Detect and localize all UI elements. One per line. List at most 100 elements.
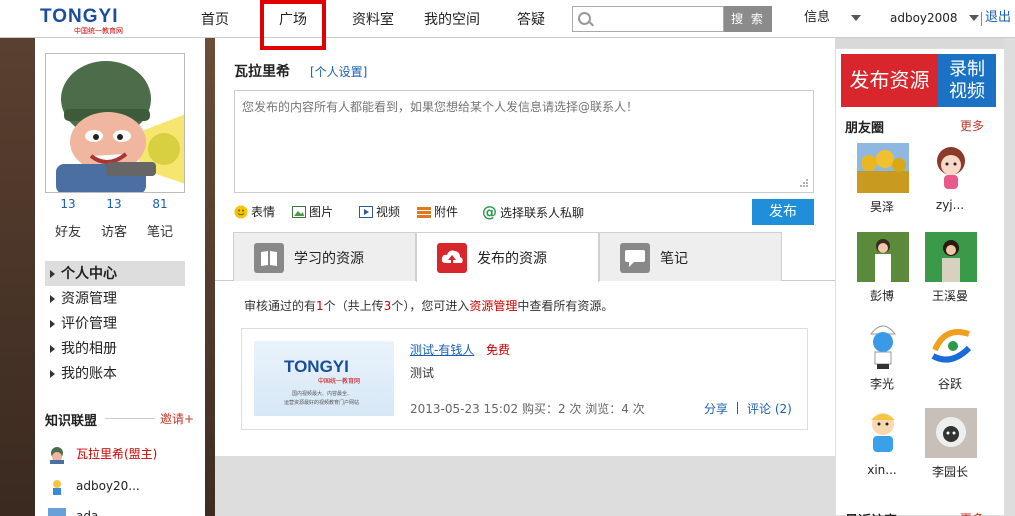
triangle-right-icon (50, 320, 55, 328)
friend-name[interactable]: 谷跃 (920, 375, 980, 392)
resource-price: 免费 (486, 343, 511, 357)
site-logo[interactable]: TONGYI 中国统一教育网 (40, 6, 140, 35)
friend-name[interactable]: 李光 (852, 375, 912, 392)
search-input[interactable] (595, 10, 724, 30)
header-divider (981, 12, 982, 26)
friend-name[interactable]: 王溪曼 (920, 287, 980, 304)
attachment-label: 附件 (434, 205, 459, 219)
friend-name[interactable]: 彭博 (852, 287, 912, 304)
private-chat-button[interactable]: @ 选择联系人私聊 (482, 203, 584, 221)
notes-label[interactable]: 笔记 (140, 221, 180, 240)
user-chevron-down-icon[interactable] (969, 15, 979, 21)
attachment-button[interactable]: 附件 (417, 203, 458, 221)
menu-item-label: 评价管理 (61, 316, 117, 332)
friend-name[interactable]: zyj... (920, 198, 980, 212)
search-button[interactable]: 搜 索 (724, 6, 772, 32)
friend-avatar-cartoon-girl-icon[interactable] (925, 143, 977, 193)
resource-thumbnail[interactable]: TONGYI 中国统一教育网 国内视频最大、内容最全、 运营资源最好的视频教育门… (254, 341, 394, 416)
post-composer (234, 90, 814, 193)
publish-resource-button[interactable]: 发布资源 (841, 54, 938, 107)
friend-name[interactable]: xin... (852, 463, 912, 477)
resource-title-link[interactable]: 测试-有钱人 (410, 341, 474, 358)
user-menu[interactable]: adboy2008 (890, 0, 958, 38)
friend-avatar-photo-icon[interactable] (925, 232, 977, 282)
alliance-divider (105, 418, 155, 419)
visitors-more-link[interactable]: 更多 (960, 510, 984, 516)
alliance-member[interactable]: ada (48, 505, 98, 516)
resize-grip-icon[interactable] (799, 178, 809, 188)
friends-count[interactable]: 13 (53, 197, 83, 211)
recent-visitors-title: 最近访客 (845, 510, 897, 516)
search-box (572, 6, 724, 32)
triangle-right-icon (50, 370, 55, 378)
emoji-label: 表情 (251, 205, 276, 219)
notice-text: 个），您可进入 (391, 299, 470, 313)
menu-item-my-ledger[interactable]: 我的账本 (50, 362, 117, 386)
notes-count[interactable]: 81 (145, 197, 175, 211)
private-chat-label: 选择联系人私聊 (500, 206, 585, 220)
nav-qa[interactable]: 答疑 (507, 0, 555, 38)
menu-item-review-management[interactable]: 评价管理 (50, 312, 117, 336)
friends-circle-title: 朋友圈 (845, 121, 885, 136)
review-notice: 审核通过的有1个（共上传3个），您可进入资源管理中查看所有资源。 (244, 297, 613, 314)
publish-button[interactable]: 发布 (752, 199, 814, 225)
image-icon (292, 206, 306, 218)
avatar[interactable] (45, 53, 185, 193)
smiley-icon (234, 205, 248, 219)
tab-learned-resources[interactable]: 学习的资源 (233, 232, 416, 281)
notice-text: 审核通过的有 (244, 299, 317, 313)
nav-home[interactable]: 首页 (190, 0, 240, 38)
friend-avatar-cartoon-boy-icon[interactable] (857, 408, 909, 458)
menu-item-my-album[interactable]: 我的相册 (50, 337, 117, 361)
friends-label[interactable]: 好友 (48, 221, 88, 240)
menu-item-personal-center[interactable]: 个人中心 (50, 262, 117, 286)
emoji-button[interactable]: 表情 (234, 203, 275, 221)
comment-link[interactable]: 评论 (2) (747, 400, 792, 417)
cartoon-avatar-icon (53, 479, 61, 495)
friend-avatar-logo-icon[interactable] (925, 320, 977, 370)
post-input[interactable] (235, 91, 813, 192)
friend-avatar-flowers-icon[interactable] (857, 143, 909, 193)
nav-square-highlight (260, 0, 326, 50)
alliance-title: 知识联盟 (45, 414, 98, 429)
tab-published-resources[interactable]: 发布的资源 (416, 232, 599, 282)
messages-chevron-down-icon[interactable] (851, 15, 861, 21)
search-icon (578, 12, 591, 25)
thumb-desc: 运营资源最好的视频教育门户网站 (284, 400, 360, 406)
nav-my-space[interactable]: 我的空间 (418, 0, 486, 38)
at-sign-icon: @ (482, 203, 497, 221)
personal-settings-link[interactable]: [个人设置] (310, 63, 367, 80)
logo-subtitle: 中国统一教育网 (74, 27, 123, 35)
friends-more-link[interactable]: 更多 (960, 117, 984, 134)
messages-menu[interactable]: 信息 (804, 0, 830, 38)
menu-item-label: 个人中心 (61, 266, 117, 282)
soldier-cartoon-icon (46, 54, 184, 192)
resource-management-link[interactable]: 资源管理 (469, 299, 517, 313)
alliance-member[interactable]: adboy20... (48, 475, 140, 497)
alliance-member-name: 瓦拉里希(盟主) (76, 447, 158, 461)
notice-text: 个（共上传 (323, 299, 384, 313)
menu-item-resource-management[interactable]: 资源管理 (50, 287, 117, 311)
record-video-button[interactable]: 录制 视频 (938, 54, 996, 107)
alliance-member[interactable]: 瓦拉里希(盟主) (48, 443, 157, 465)
visitors-count[interactable]: 13 (99, 197, 129, 211)
friend-avatar-sheep-icon[interactable] (925, 408, 977, 458)
logout-link[interactable]: 退出 (985, 0, 1011, 38)
alliance-invite-link[interactable]: 邀请+ (160, 410, 194, 427)
friend-avatar-smurf-icon[interactable] (857, 320, 909, 370)
video-button[interactable]: 视频 (359, 203, 400, 221)
share-link[interactable]: 分享 (704, 400, 728, 417)
nav-library[interactable]: 资料室 (345, 0, 401, 38)
action-divider (737, 402, 738, 414)
tab-label: 发布的资源 (477, 251, 547, 267)
friend-name[interactable]: 李园长 (920, 463, 980, 480)
composer-username[interactable]: 瓦拉里希 (234, 61, 290, 81)
tab-notes[interactable]: 笔记 (599, 232, 782, 281)
friend-name[interactable]: 昊泽 (852, 198, 912, 215)
friend-avatar-photo-icon[interactable] (857, 232, 909, 282)
image-button[interactable]: 图片 (292, 203, 333, 221)
approved-count: 1 (316, 299, 324, 313)
triangle-right-icon (50, 345, 55, 353)
visitors-label[interactable]: 访客 (94, 221, 134, 240)
record-label-line2: 视频 (949, 81, 985, 102)
